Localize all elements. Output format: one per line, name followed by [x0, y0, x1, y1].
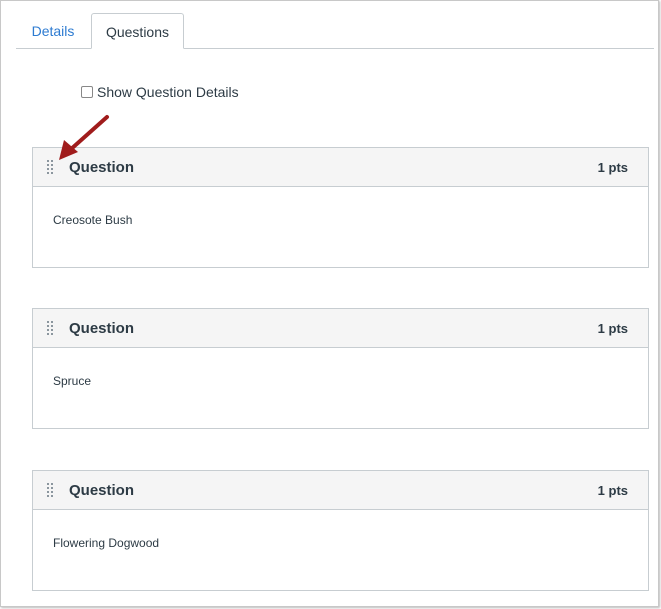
- annotation-arrow-icon: [59, 115, 109, 160]
